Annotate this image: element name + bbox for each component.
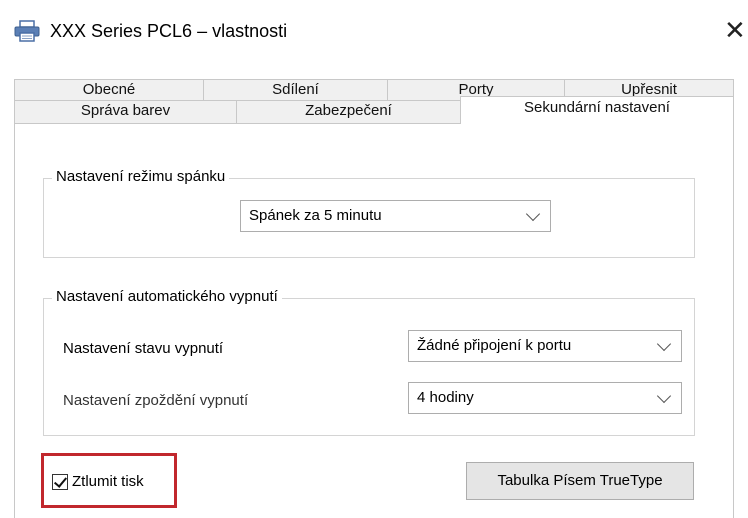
window-title: XXX Series PCL6 – vlastnosti	[50, 21, 288, 41]
close-icon[interactable]: ✕	[724, 15, 746, 45]
tab-label: Sekundární nastavení	[524, 99, 670, 116]
truetype-table-button[interactable]: Tabulka Písem TrueType	[466, 462, 694, 500]
chevron-down-icon	[525, 206, 541, 222]
tab-sekundarni-nastaveni[interactable]: Sekundární nastavení	[460, 96, 734, 124]
off-delay-dropdown[interactable]: 4 hodiny	[408, 382, 682, 414]
tab-label: Správa barev	[80, 102, 171, 119]
chevron-down-icon	[656, 336, 672, 352]
printer-icon	[14, 20, 40, 42]
off-state-dropdown[interactable]: Žádné připojení k portu	[408, 330, 682, 362]
tab-sdileni[interactable]: Sdílení	[203, 79, 388, 101]
tab-label: Obecné	[82, 81, 136, 98]
truetype-button-label: Tabulka Písem TrueType	[497, 472, 663, 489]
check-icon	[53, 474, 68, 488]
auto-off-group: Nastavení automatického vypnutí Nastaven…	[43, 287, 695, 436]
sleep-mode-dropdown[interactable]: Spánek za 5 minutu	[240, 200, 551, 232]
off-delay-label: Nastavení zpoždění vypnutí	[63, 392, 249, 409]
off-state-label: Nastavení stavu vypnutí	[63, 340, 224, 357]
auto-off-legend: Nastavení automatického vypnutí	[52, 287, 282, 307]
panel-top-border	[15, 123, 461, 124]
chevron-down-icon	[656, 388, 672, 404]
off-delay-value: 4 hodiny	[417, 389, 474, 406]
off-state-value: Žádné připojení k portu	[417, 337, 572, 354]
sleep-mode-legend: Nastavení režimu spánku	[52, 167, 230, 187]
tab-label: Zabezpečení	[305, 102, 392, 119]
mute-print-label[interactable]: Ztlumit tisk	[72, 472, 144, 492]
title-bar: XXX Series PCL6 – vlastnosti ✕	[0, 0, 748, 58]
sleep-mode-group: Nastavení režimu spánku Spánek za 5 minu…	[43, 167, 695, 258]
tab-sprava-barev[interactable]: Správa barev	[14, 100, 237, 124]
tab-label: Sdílení	[272, 81, 319, 98]
mute-print-checkbox[interactable]	[52, 474, 68, 490]
tab-obecne[interactable]: Obecné	[14, 79, 204, 101]
tab-zabezpeceni[interactable]: Zabezpečení	[236, 100, 461, 124]
sleep-mode-value: Spánek za 5 minutu	[249, 207, 382, 224]
